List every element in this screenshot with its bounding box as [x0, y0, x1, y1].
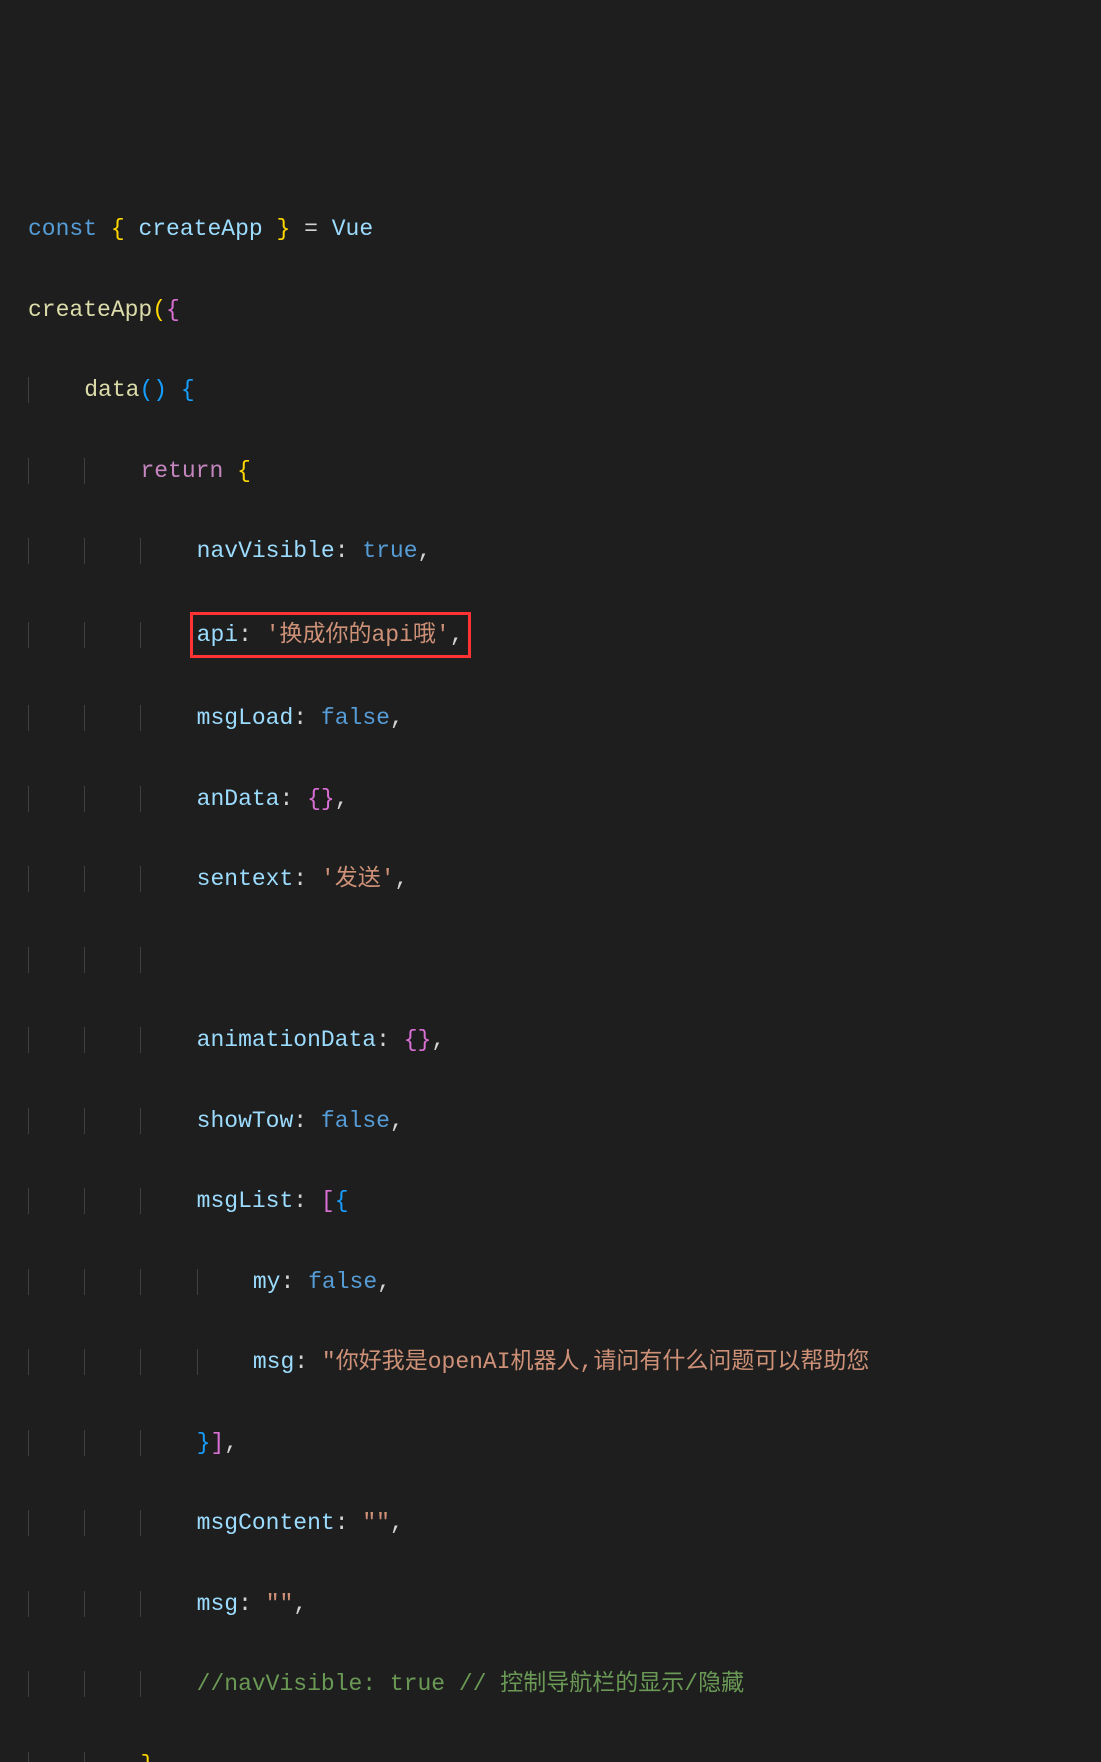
code-line-8: anData: {},: [28, 779, 1101, 819]
operator: =: [304, 216, 318, 242]
property-key: sentext: [197, 866, 294, 892]
highlight-box: api: '换成你的api哦',: [190, 612, 471, 658]
colon: :: [376, 1027, 390, 1053]
brace: {: [404, 1027, 418, 1053]
colon: :: [293, 705, 307, 731]
code-line-4: return {: [28, 451, 1101, 491]
comma: ,: [431, 1027, 445, 1053]
colon: :: [238, 622, 252, 648]
brace: }: [277, 216, 291, 242]
brace: }: [321, 786, 335, 812]
string: '发送': [321, 866, 395, 892]
keyword-const: const: [28, 216, 97, 242]
code-line-14: my: false,: [28, 1262, 1101, 1302]
boolean: false: [308, 1269, 377, 1295]
brace: {: [166, 297, 180, 323]
code-line-12: showTow: false,: [28, 1101, 1101, 1141]
code-line-3: data() {: [28, 370, 1101, 410]
colon: :: [293, 1188, 307, 1214]
function-call: createApp: [28, 297, 152, 323]
bracket: [: [321, 1188, 335, 1214]
property-key: showTow: [197, 1108, 294, 1134]
property-key: msgLoad: [197, 705, 294, 731]
code-line-15: msg: "你好我是openAI机器人,请问有什么问题可以帮助您: [28, 1342, 1101, 1382]
comma: ,: [390, 1510, 404, 1536]
string: '换成你的api哦': [266, 622, 450, 648]
brace: }: [418, 1027, 432, 1053]
colon: :: [293, 1108, 307, 1134]
comment: //navVisible: true // 控制导航栏的显示/隐藏: [197, 1671, 744, 1697]
code-line-11: animationData: {},: [28, 1020, 1101, 1060]
string: "你好我是openAI机器人,请问有什么问题可以帮助您: [322, 1349, 869, 1375]
code-line-16: }],: [28, 1423, 1101, 1463]
comma: ,: [377, 1269, 391, 1295]
comma: ,: [224, 1430, 238, 1456]
code-line-18: msg: "",: [28, 1584, 1101, 1624]
bracket: ]: [210, 1430, 224, 1456]
parens: (): [139, 377, 167, 403]
boolean: false: [321, 1108, 390, 1134]
keyword-return: return: [140, 458, 223, 484]
comma: ,: [293, 1591, 307, 1617]
brace: }: [197, 1430, 211, 1456]
comma: ,: [390, 1108, 404, 1134]
code-line-6: api: '换成你的api哦',: [28, 612, 1101, 658]
string: "": [266, 1591, 294, 1617]
property-key: navVisible: [197, 538, 335, 564]
comma: ,: [335, 786, 349, 812]
code-line-17: msgContent: "",: [28, 1503, 1101, 1543]
colon: :: [335, 538, 349, 564]
colon: :: [280, 1269, 294, 1295]
property-key: anData: [197, 786, 280, 812]
code-line-10: [28, 940, 1101, 980]
code-line-1: const { createApp } = Vue: [28, 209, 1101, 249]
property-key: msg: [197, 1591, 238, 1617]
colon: :: [293, 866, 307, 892]
colon: :: [238, 1591, 252, 1617]
property-key: animationData: [197, 1027, 376, 1053]
code-line-13: msgList: [{: [28, 1181, 1101, 1221]
brace: }: [140, 1752, 154, 1762]
comma: ,: [395, 866, 409, 892]
comma: ,: [418, 538, 432, 564]
code-line-2: createApp({: [28, 290, 1101, 330]
code-line-9: sentext: '发送',: [28, 859, 1101, 899]
colon: :: [294, 1349, 308, 1375]
method-name: data: [84, 377, 139, 403]
code-line-19: //navVisible: true // 控制导航栏的显示/隐藏: [28, 1664, 1101, 1704]
code-line-20: }: [28, 1745, 1101, 1762]
brace: {: [111, 216, 125, 242]
brace: {: [181, 377, 195, 403]
property-key: msg: [253, 1349, 294, 1375]
identifier: Vue: [332, 216, 373, 242]
boolean: true: [362, 538, 417, 564]
code-line-5: navVisible: true,: [28, 531, 1101, 571]
boolean: false: [321, 705, 390, 731]
brace: {: [307, 786, 321, 812]
brace: {: [335, 1188, 349, 1214]
brace: {: [237, 458, 251, 484]
string: "": [362, 1510, 390, 1536]
property-key: my: [253, 1269, 281, 1295]
comma: ,: [390, 705, 404, 731]
identifier: createApp: [138, 216, 262, 242]
property-key: msgContent: [197, 1510, 335, 1536]
paren: (: [152, 297, 166, 323]
code-line-7: msgLoad: false,: [28, 698, 1101, 738]
comma: ,: [450, 622, 464, 648]
code-editor[interactable]: const { createApp } = Vue createApp({ da…: [28, 169, 1101, 1762]
property-key: api: [197, 622, 238, 648]
colon: :: [335, 1510, 349, 1536]
property-key: msgList: [197, 1188, 294, 1214]
colon: :: [279, 786, 293, 812]
